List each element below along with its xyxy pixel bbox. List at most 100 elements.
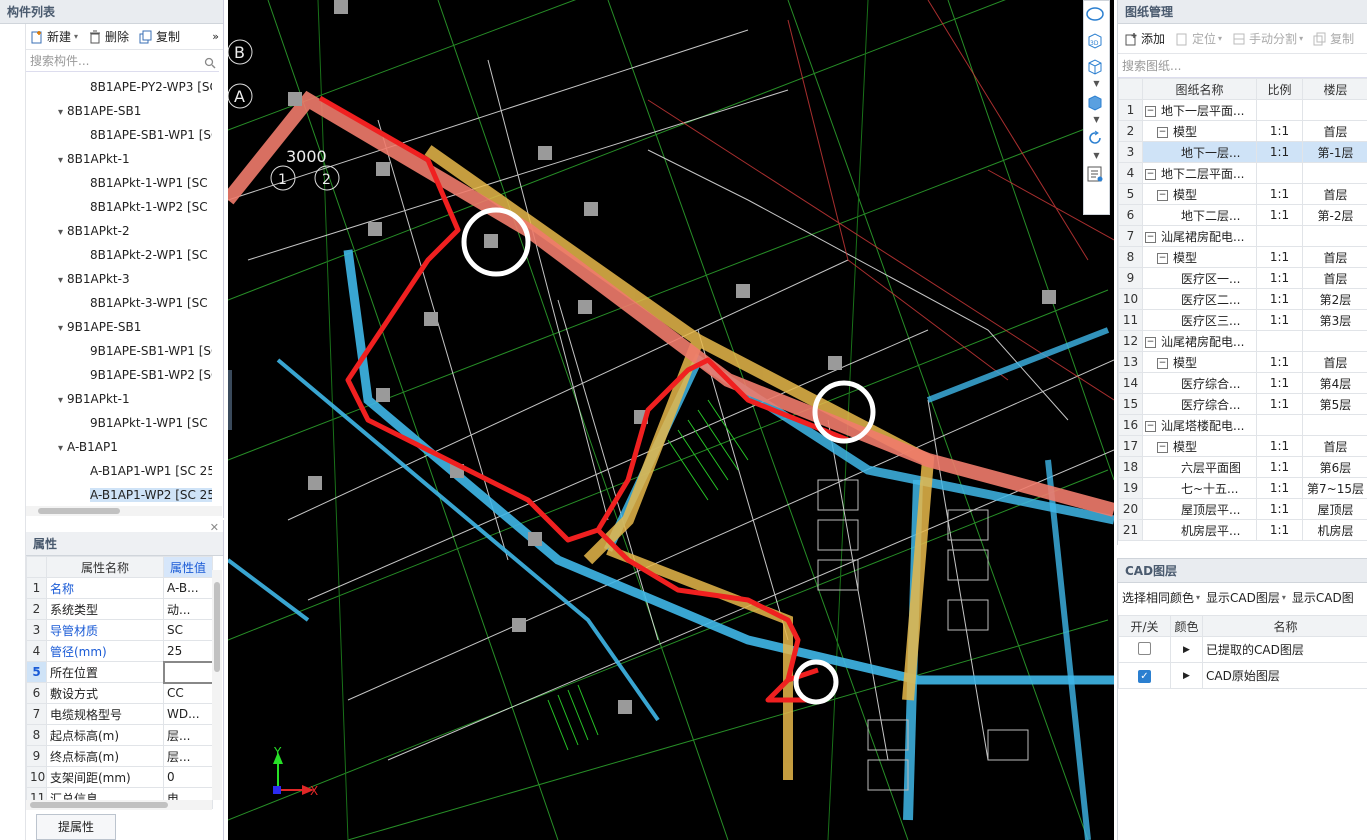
collapse-arrow-icon[interactable]: ▾ — [58, 275, 63, 286]
drawing-row[interactable]: 21 机房层平... 1:1 机房层 — [1118, 519, 1367, 541]
tree-scrollbar-h[interactable] — [26, 506, 222, 516]
tree-item[interactable]: 8B1APkt-1-WP2 [SC — [26, 195, 212, 219]
tree-group[interactable]: ▾ 8B1APE-SB1 — [26, 99, 212, 123]
drawing-row[interactable]: 3 地下一层... 1:1 第-1层 — [1118, 141, 1367, 163]
drawing-floor[interactable]: 第3层 — [1302, 309, 1367, 331]
property-row[interactable]: 1 名称 A-B... — [26, 577, 213, 599]
tree-item[interactable]: A-B1AP1-WP1 [SC 25 — [26, 459, 212, 483]
new-dropdown-icon[interactable]: ▾ — [74, 32, 78, 41]
tree-item[interactable]: 8B1APE-PY2-WP3 [SC — [26, 75, 212, 99]
drawing-floor[interactable]: 首层 — [1302, 267, 1367, 289]
expand-toggle-icon[interactable]: − — [1145, 420, 1156, 432]
drawing-row[interactable]: 5− 模型 1:1 首层 — [1118, 183, 1367, 205]
drawing-search-input[interactable]: 搜索图纸... — [1118, 54, 1367, 78]
drawing-floor[interactable]: 第4层 — [1302, 372, 1367, 394]
manual-split-button[interactable]: 手动分割 ▾ — [1232, 30, 1303, 47]
cad-canvas[interactable]: B A 3000 1 2 Y X — [228, 0, 1114, 840]
new-button[interactable]: 新建 ▾ — [30, 28, 78, 45]
collapse-arrow-icon[interactable]: ▾ — [58, 227, 63, 238]
drawing-row[interactable]: 11 医疗区三... 1:1 第3层 — [1118, 309, 1367, 331]
props-scrollbar-h-thumb[interactable] — [30, 802, 168, 808]
drawing-row[interactable]: 12− 汕尾裙房配电... — [1118, 330, 1367, 352]
property-value[interactable] — [162, 660, 214, 684]
drawing-row[interactable]: 8− 模型 1:1 首层 — [1118, 246, 1367, 268]
rotate-dropdown-icon[interactable]: ▼ — [1084, 151, 1109, 161]
toolbar-more-button[interactable]: » — [212, 30, 219, 43]
property-row[interactable]: 3 导管材质 SC — [26, 619, 213, 641]
drawing-floor[interactable]: 机房层 — [1302, 519, 1367, 541]
copy-drawing-button[interactable]: 复制 — [1313, 30, 1354, 47]
property-value[interactable]: 25 — [163, 640, 213, 662]
show-cad-layer-button-2[interactable]: 显示CAD图 — [1292, 589, 1354, 606]
props-scrollbar-h[interactable] — [26, 800, 212, 810]
tree-item[interactable]: A-B1AP1-WP2 [SC 25 — [26, 483, 212, 505]
drawing-row[interactable]: 9 医疗区一... 1:1 首层 — [1118, 267, 1367, 289]
drawing-floor[interactable] — [1302, 162, 1367, 184]
property-row[interactable]: 5 所在位置 — [26, 660, 214, 684]
copy-button[interactable]: 复制 — [139, 28, 180, 45]
add-drawing-button[interactable]: 添加 — [1124, 30, 1165, 47]
layer-row[interactable]: ▶ 已提取的CAD图层 — [1118, 636, 1367, 663]
delete-button[interactable]: 删除 — [88, 28, 129, 45]
drawing-row[interactable]: 18 六层平面图 1:1 第6层 — [1118, 456, 1367, 478]
expand-toggle-icon[interactable]: − — [1157, 189, 1168, 201]
view-3d-button[interactable]: 3D — [1084, 27, 1106, 53]
property-row[interactable]: 2 系统类型 动... — [26, 598, 213, 620]
drawing-floor[interactable]: 第-2层 — [1302, 204, 1367, 226]
property-value[interactable]: 0 — [163, 766, 213, 788]
layer-checkbox[interactable] — [1138, 641, 1151, 655]
drawing-row[interactable]: 4− 地下二层平面... — [1118, 162, 1367, 184]
expand-toggle-icon[interactable]: − — [1145, 105, 1156, 117]
locate-button[interactable]: 定位 ▾ — [1175, 30, 1222, 47]
properties-close-icon[interactable]: ✕ — [210, 521, 219, 534]
tree-item[interactable]: 9B1APE-SB1-WP1 [SC — [26, 339, 212, 363]
tree-item[interactable]: 9B1APkt-1-WP1 [SC — [26, 411, 212, 435]
view-cube-button[interactable] — [1084, 53, 1106, 79]
panel-collapse-handle[interactable] — [228, 370, 232, 430]
tree-group[interactable]: ▾ 8B1APkt-2 — [26, 219, 212, 243]
property-value[interactable]: 层... — [163, 745, 213, 767]
collapse-arrow-icon[interactable]: ▾ — [58, 155, 63, 166]
drawing-row[interactable]: 16− 汕尾塔楼配电... — [1118, 414, 1367, 436]
expand-toggle-icon[interactable]: − — [1157, 357, 1168, 369]
tree-item[interactable]: 8B1APE-SB1-WP1 [SC — [26, 123, 212, 147]
layer-toggle-cell[interactable] — [1118, 636, 1171, 663]
drawing-floor[interactable]: 首层 — [1302, 435, 1367, 457]
property-row[interactable]: 4 管径(mm) 25 — [26, 640, 213, 662]
drawing-row[interactable]: 14 医疗综合... 1:1 第4层 — [1118, 372, 1367, 394]
property-value[interactable]: 动... — [163, 598, 213, 620]
view-solid-button[interactable] — [1084, 89, 1106, 115]
extract-properties-button[interactable]: 提属性 — [36, 814, 116, 840]
drawing-row[interactable]: 15 医疗综合... 1:1 第5层 — [1118, 393, 1367, 415]
tree-item[interactable]: 8B1APkt-3-WP1 [SC — [26, 291, 212, 315]
expand-arrow-icon[interactable]: ▶ — [1170, 662, 1203, 689]
drawing-row[interactable]: 17− 模型 1:1 首层 — [1118, 435, 1367, 457]
collapse-arrow-icon[interactable]: ▾ — [58, 443, 63, 454]
tree-group[interactable]: ▾ 8B1APkt-3 — [26, 267, 212, 291]
property-value[interactable]: SC — [163, 619, 213, 641]
drawing-floor[interactable]: 首层 — [1302, 183, 1367, 205]
drawing-row[interactable]: 7− 汕尾裙房配电... — [1118, 225, 1367, 247]
layer-row[interactable]: ✓ ▶ CAD原始图层 — [1118, 662, 1367, 689]
solid-dropdown-icon[interactable]: ▼ — [1084, 115, 1109, 125]
expand-toggle-icon[interactable]: − — [1145, 168, 1156, 180]
expand-toggle-icon[interactable]: − — [1157, 441, 1168, 453]
tree-group[interactable]: ▾ 9B1APkt-1 — [26, 387, 212, 411]
props-scrollbar-v[interactable] — [212, 570, 222, 800]
list-view-button[interactable] — [1084, 161, 1106, 187]
drawing-floor[interactable]: 第2层 — [1302, 288, 1367, 310]
view-dropdown-icon[interactable]: ▼ — [1084, 79, 1109, 89]
layer-toggle-cell[interactable]: ✓ — [1118, 662, 1171, 689]
drawing-row[interactable]: 6 地下二层... 1:1 第-2层 — [1118, 204, 1367, 226]
drawing-row[interactable]: 19 七~十五... 1:1 第7~15层 — [1118, 477, 1367, 499]
tree-scrollbar-thumb[interactable] — [38, 508, 120, 514]
drawing-row[interactable]: 10 医疗区二... 1:1 第2层 — [1118, 288, 1367, 310]
property-row[interactable]: 10 支架间距(mm) 0 — [26, 766, 213, 788]
tree-item[interactable]: 9B1APE-SB1-WP2 [SC — [26, 363, 212, 387]
drawing-row[interactable]: 13− 模型 1:1 首层 — [1118, 351, 1367, 373]
drawing-floor[interactable]: 第5层 — [1302, 393, 1367, 415]
component-search-input[interactable]: 搜索构件... — [26, 50, 219, 72]
property-row[interactable]: 6 敷设方式 CC — [26, 682, 213, 704]
expand-toggle-icon[interactable]: − — [1157, 252, 1168, 264]
drawing-floor[interactable]: 首层 — [1302, 351, 1367, 373]
